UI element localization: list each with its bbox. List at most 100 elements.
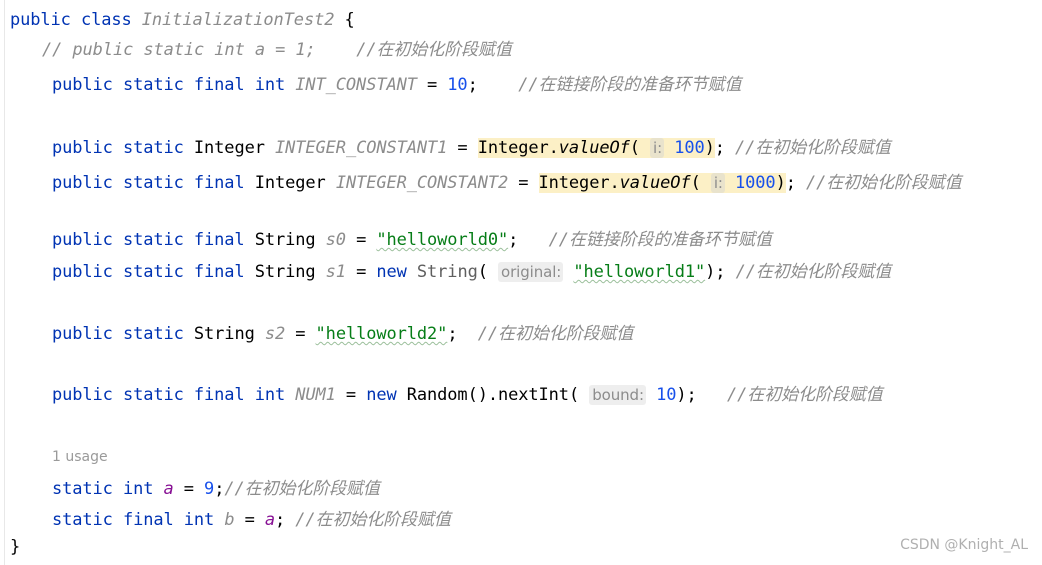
code-line-2[interactable]: // public static int a = 1; //在初始化阶段赋值	[42, 38, 512, 62]
modifiers-keywords: public static	[52, 138, 184, 158]
chinese-comment: //在初始化阶段赋值	[805, 173, 962, 193]
keyword-new: new	[376, 262, 407, 282]
code-line-3[interactable]: public static final int INT_CONSTANT = 1…	[52, 73, 741, 97]
paren-close: )	[704, 138, 715, 158]
field-b: b	[224, 510, 235, 530]
code-line-13[interactable]: public static final int NUM1 = new Rando…	[52, 383, 883, 407]
code-line-15[interactable]: static int a = 9;//在初始化阶段赋值	[52, 477, 380, 501]
chinese-comment: //在初始化阶段赋值	[356, 40, 512, 60]
code-line-9[interactable]: public static final String s1 = new Stri…	[52, 260, 891, 284]
chinese-comment: //在初始化阶段赋值	[735, 262, 892, 282]
field-s1: s1	[325, 262, 346, 282]
code-line-8[interactable]: public static final String s0 = "hellowo…	[52, 228, 772, 252]
class-name-identifier: InitializationTest2	[141, 10, 335, 30]
number-literal: 1000	[735, 173, 776, 193]
semicolon: ;	[467, 75, 478, 95]
field-int-constant: INT_CONSTANT	[295, 75, 417, 95]
field-num1: NUM1	[295, 385, 336, 405]
field-reference-a: a	[264, 510, 275, 530]
usage-highlight-region: Integer.valueOf( i: 1000)	[538, 173, 786, 193]
chinese-comment: //在初始化阶段赋值	[295, 510, 451, 530]
paren-close: )	[676, 385, 687, 405]
type-integer-call: Integer	[477, 138, 549, 158]
gutter-divider	[4, 0, 5, 565]
modifiers-keywords: public static final int	[52, 75, 286, 95]
string-literal: "helloworld2"	[315, 324, 448, 344]
chinese-comment: //在初始化阶段赋值	[727, 385, 883, 405]
string-literal: "helloworld0"	[376, 230, 509, 250]
code-editor-pane[interactable]: public class InitializationTest2 { // pu…	[0, 0, 1042, 565]
type-string: String	[193, 324, 255, 344]
usage-count-hint[interactable]: 1 usage	[52, 447, 108, 467]
modifiers-keywords: static int	[52, 479, 154, 499]
semicolon: ;	[275, 510, 286, 530]
semicolon: ;	[714, 138, 725, 158]
constructor-string: String	[416, 262, 478, 282]
paren-close: )	[705, 262, 716, 282]
assign-operator: =	[335, 385, 367, 405]
dot: .	[487, 385, 498, 405]
chinese-comment: //在初始化阶段赋值	[224, 479, 380, 499]
commented-code: // public static int a = 1;	[42, 40, 316, 60]
parameter-hint-bound: bound:	[589, 385, 646, 405]
modifiers-keywords: public static final int	[52, 385, 286, 405]
paren-open: (	[477, 262, 498, 282]
number-literal: 9	[204, 479, 215, 499]
number-literal: 10	[447, 75, 468, 95]
paren-open: (	[629, 138, 651, 158]
semicolon: ;	[447, 324, 458, 344]
modifiers-keywords: public static final	[52, 230, 245, 250]
chinese-comment: //在初始化阶段赋值	[735, 138, 891, 158]
type-integer: Integer	[254, 173, 326, 193]
type-integer: Integer	[193, 138, 265, 158]
code-line-11[interactable]: public static String s2 = "helloworld2";…	[52, 322, 633, 346]
assign-operator: =	[173, 479, 205, 499]
close-brace: }	[10, 537, 21, 557]
dot: .	[609, 173, 620, 193]
code-line-16[interactable]: static final int b = a; //在初始化阶段赋值	[52, 508, 451, 532]
field-s2: s2	[264, 324, 286, 344]
chinese-comment: //在链接阶段的准备环节赋值	[518, 75, 742, 95]
semicolon: ;	[785, 173, 796, 193]
modifiers-keywords: static final int	[52, 510, 215, 530]
parameter-hint-i: i:	[710, 173, 725, 193]
parameter-hint-i: i:	[650, 138, 665, 158]
field-integer-constant2: INTEGER_CONSTANT2	[335, 173, 509, 193]
code-line-17[interactable]: }	[10, 535, 20, 559]
field-integer-constant1: INTEGER_CONSTANT1	[275, 138, 448, 158]
paren-open: (	[690, 173, 711, 193]
code-line-5[interactable]: public static Integer INTEGER_CONSTANT1 …	[52, 136, 891, 160]
keyword-class: class	[80, 10, 132, 30]
dot: .	[548, 138, 559, 158]
type-string: String	[254, 262, 316, 282]
modifiers-keywords: public static	[52, 324, 184, 344]
parens-empty: ()	[467, 385, 488, 405]
semicolon: ;	[686, 385, 697, 405]
chinese-comment: //在初始化阶段赋值	[477, 324, 634, 344]
code-line-1[interactable]: public class InitializationTest2 {	[10, 8, 355, 32]
code-line-6[interactable]: public static final Integer INTEGER_CONS…	[52, 171, 962, 195]
assign-operator: =	[508, 173, 539, 193]
semicolon: ;	[715, 262, 726, 282]
type-string: String	[254, 230, 316, 250]
